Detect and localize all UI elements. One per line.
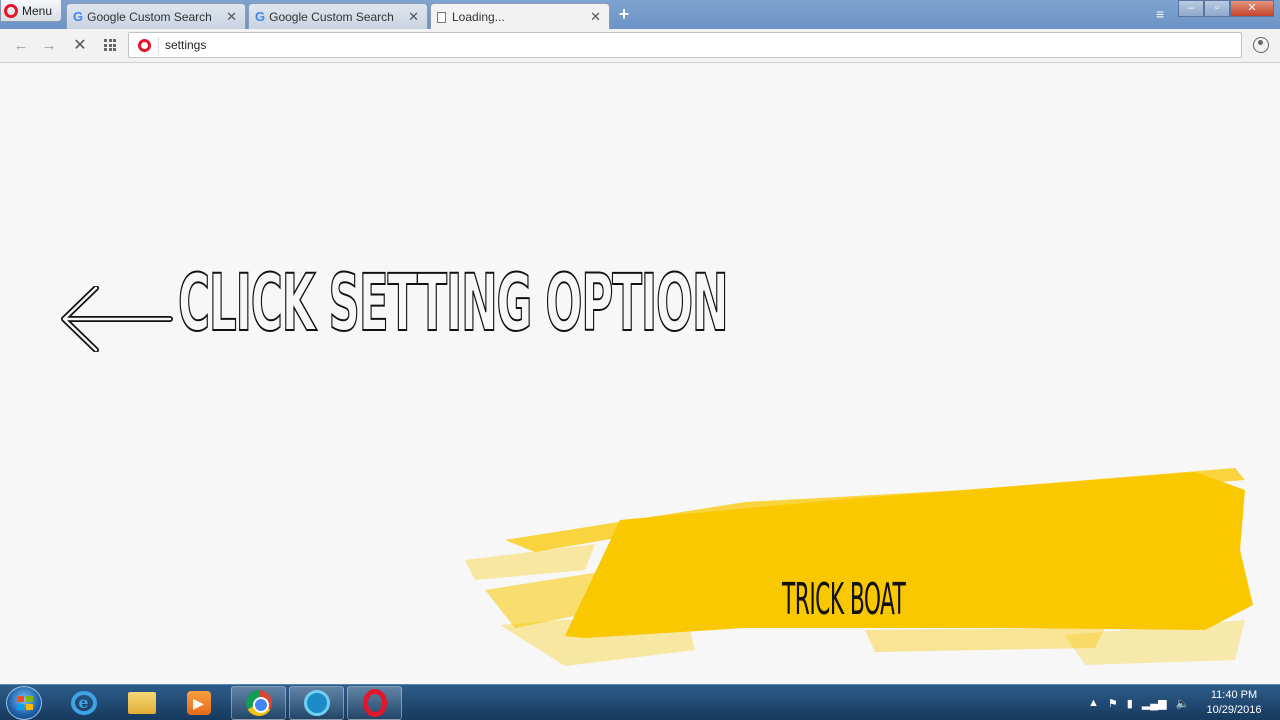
clock-time: 11:40 PM	[1210, 689, 1258, 701]
address-separator	[158, 37, 159, 54]
network-signal-icon[interactable]: ▂▄▆	[1142, 697, 1167, 710]
start-button[interactable]	[6, 686, 42, 720]
windows-taskbar: e ▶ ▲ ⚑ ▮ ▂▄▆ 🔈 11:40 PM 10/29/2016	[0, 684, 1280, 720]
yellow-brush-stroke	[465, 468, 1253, 666]
minimize-button[interactable]: –	[1178, 0, 1204, 17]
maximize-button[interactable]: ▫	[1204, 0, 1230, 17]
volume-icon[interactable]: 🔈	[1176, 697, 1190, 710]
browser-toolbar: ← → ✕	[0, 29, 1280, 63]
windows-logo-icon	[17, 696, 33, 710]
document-icon	[437, 11, 446, 23]
system-tray: ▲ ⚑ ▮ ▂▄▆ 🔈	[1088, 685, 1189, 720]
opera-menu-button[interactable]: Menu	[0, 0, 62, 22]
chrome-icon	[245, 690, 272, 716]
internet-explorer-icon: e	[70, 691, 97, 715]
tab-google-custom-search-1[interactable]: G Google Custom Search ✕	[66, 3, 246, 29]
account-icon[interactable]	[1253, 37, 1269, 53]
tab-label: Loading...	[452, 10, 505, 24]
close-icon[interactable]: ✕	[226, 9, 237, 25]
tab-label: Google Custom Search	[269, 9, 394, 24]
clock-date: 10/29/2016	[1206, 704, 1262, 716]
close-icon[interactable]: ✕	[408, 9, 419, 25]
taskbar-qbittorrent[interactable]	[289, 686, 344, 720]
show-hidden-icons-icon[interactable]: ▲	[1088, 697, 1099, 709]
opera-logo-icon	[4, 3, 18, 18]
close-icon[interactable]: ✕	[590, 9, 601, 25]
back-arrow-icon[interactable]: ←	[12, 37, 30, 55]
opera-icon	[362, 689, 387, 717]
menu-label: Menu	[22, 3, 53, 18]
taskbar-internet-explorer[interactable]: e	[56, 686, 111, 720]
brand-text: TRICK BOAT	[782, 574, 906, 625]
tab-menu-icon[interactable]: ≡	[1156, 6, 1164, 22]
tab-label: Google Custom Search	[87, 9, 212, 24]
headline-text: CLICK SETTING OPTION	[177, 258, 729, 350]
speed-dial-grid-icon[interactable]	[104, 39, 117, 51]
close-window-button[interactable]: ✕	[1230, 0, 1274, 17]
window-controls: – ▫ ✕	[1178, 0, 1274, 17]
taskbar-clock[interactable]: 11:40 PM 10/29/2016	[1200, 688, 1268, 718]
google-icon: G	[73, 9, 84, 24]
address-input[interactable]	[165, 36, 1225, 54]
left-arrow-icon	[61, 286, 173, 352]
address-bar[interactable]	[128, 32, 1242, 58]
title-bar: Menu G Google Custom Search ✕ G Google C…	[0, 0, 1280, 30]
forward-arrow-icon[interactable]: →	[40, 37, 58, 55]
action-center-flag-icon[interactable]: ⚑	[1108, 697, 1118, 710]
taskbar-file-explorer[interactable]	[114, 686, 169, 720]
tab-google-custom-search-2[interactable]: G Google Custom Search ✕	[248, 3, 428, 29]
taskbar-opera[interactable]	[347, 686, 402, 720]
new-tab-plus-icon[interactable]: +	[616, 4, 632, 24]
power-icon[interactable]: ▮	[1127, 697, 1133, 710]
taskbar-media-player[interactable]: ▶	[171, 686, 226, 720]
media-player-icon: ▶	[186, 691, 211, 715]
page-content: CLICK SETTING OPTION TRICK BOAT	[0, 64, 1280, 684]
stop-loading-icon[interactable]: ✕	[71, 37, 89, 55]
folder-icon	[127, 692, 156, 714]
opera-page-icon	[138, 39, 151, 52]
qbittorrent-icon	[303, 690, 330, 716]
google-icon: G	[255, 9, 266, 24]
taskbar-chrome[interactable]	[231, 686, 286, 720]
tab-loading[interactable]: Loading... ✕	[430, 3, 610, 30]
